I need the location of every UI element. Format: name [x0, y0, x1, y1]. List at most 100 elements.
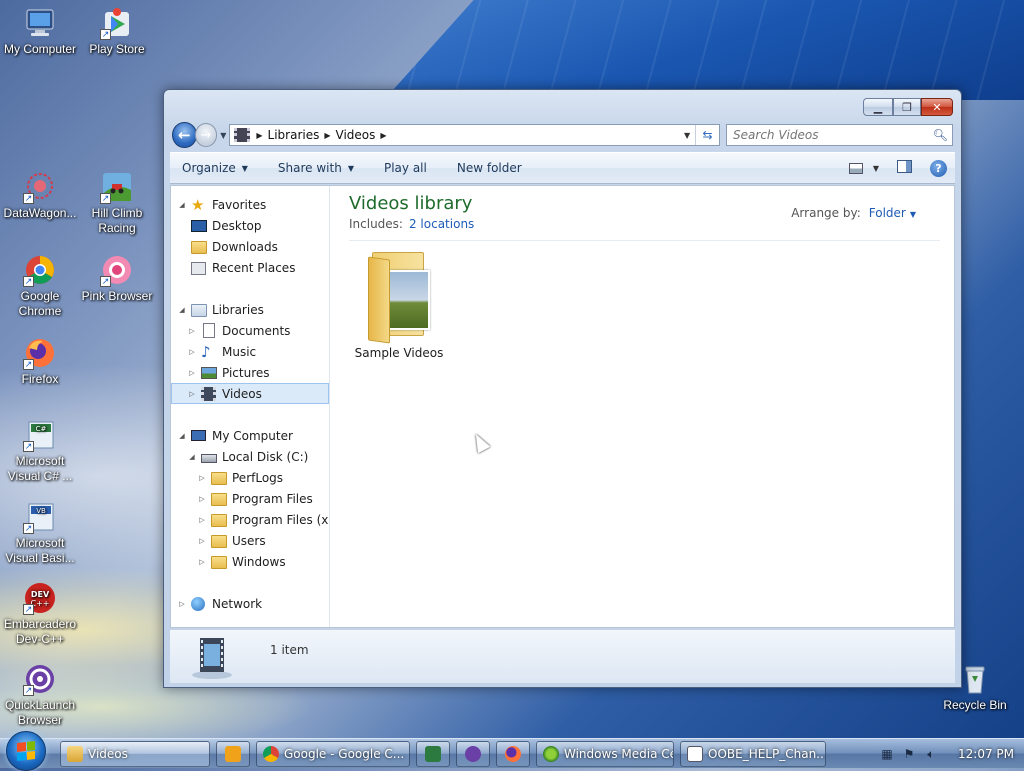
tree-item-downloads[interactable]: Downloads	[171, 236, 329, 257]
tree-item-program-files[interactable]: ▷ Program Files	[171, 488, 329, 509]
tree-item-videos[interactable]: ▷ Videos	[171, 383, 329, 404]
tree-item-libraries[interactable]: ◢ Libraries	[171, 299, 329, 320]
desktop-icon-label: Microsoft Visual C# ...	[7, 454, 73, 483]
preview-pane-button[interactable]	[897, 160, 912, 176]
collapse-arrow-icon[interactable]: ▷	[187, 348, 197, 356]
desktop-icon-dev-cpp[interactable]: DEV C++ ↗ Embarcadero Dev-C++	[0, 581, 80, 647]
help-button[interactable]: ?	[930, 159, 947, 177]
shortcut-arrow-icon: ↗	[100, 193, 111, 204]
tree-item-pictures[interactable]: ▷ Pictures	[171, 362, 329, 383]
tree-item-documents[interactable]: ▷ Documents	[171, 320, 329, 341]
desktop-icon-my-computer[interactable]: My Computer	[0, 6, 80, 57]
chevron-down-icon: ▼	[347, 163, 354, 173]
collapse-arrow-icon[interactable]: ▷	[187, 369, 197, 377]
tree-item-program-files-x86[interactable]: ▷ Program Files (x86	[171, 509, 329, 530]
collapse-arrow-icon[interactable]: ▷	[187, 390, 197, 398]
expand-arrow-icon[interactable]: ◢	[177, 201, 187, 209]
collapse-arrow-icon[interactable]: ▷	[187, 327, 197, 335]
change-view-button[interactable]	[848, 162, 863, 174]
tree-item-network[interactable]: ▷ Network	[171, 593, 329, 614]
start-button[interactable]	[6, 730, 46, 771]
arrange-by-dropdown[interactable]: Folder	[869, 206, 906, 220]
refresh-button[interactable]: ⇆	[695, 125, 719, 145]
tree-item-label: Users	[232, 533, 266, 548]
breadcrumb-separator[interactable]: ▶	[380, 131, 386, 140]
taskbar-button-chrome[interactable]: Google - Google C...	[256, 740, 410, 767]
close-button[interactable]: ✕	[921, 98, 953, 116]
collapse-arrow-icon[interactable]: ▷	[197, 495, 207, 503]
share-with-button[interactable]: Share with ▼	[278, 161, 354, 175]
collapse-arrow-icon[interactable]: ▷	[197, 558, 207, 566]
expand-arrow-icon[interactable]: ◢	[177, 306, 187, 314]
tree-item-label: Network	[212, 596, 263, 611]
svg-text:VB: VB	[36, 507, 46, 515]
forward-button[interactable]: →	[194, 123, 218, 147]
expand-arrow-icon[interactable]: ◢	[187, 453, 197, 461]
folder-icon	[211, 491, 227, 507]
address-dropdown[interactable]: ▼	[679, 131, 695, 140]
tree-item-music[interactable]: ▷ ♪ Music	[171, 341, 329, 362]
folder-item[interactable]: Sample Videos	[347, 248, 451, 360]
breadcrumb-libraries[interactable]: Libraries	[268, 128, 320, 142]
desktop-icon-quicklaunch-browser[interactable]: ↗ QuickLaunch Browser	[0, 662, 80, 728]
visual-csharp-icon	[425, 745, 441, 762]
desktop-icon-visual-basic[interactable]: VB ↗ Microsoft Visual Basi...	[0, 500, 80, 566]
expand-arrow-icon[interactable]: ◢	[177, 432, 187, 440]
collapse-arrow-icon[interactable]: ▷	[177, 600, 187, 608]
details-pane: 1 item	[170, 629, 955, 683]
breadcrumb-separator[interactable]: ▶	[324, 131, 330, 140]
tree-item-perflogs[interactable]: ▷ PerfLogs	[171, 467, 329, 488]
tree-item-favorites[interactable]: ◢ ★ Favorites	[171, 194, 329, 215]
breadcrumb-videos[interactable]: Videos	[336, 128, 376, 142]
clock[interactable]: 12:07 PM	[958, 747, 1014, 761]
tree-item-local-disk[interactable]: ◢ Local Disk (C:)	[171, 446, 329, 467]
help-icon: ?	[935, 161, 942, 175]
recent-pages-dropdown[interactable]: ▼	[220, 131, 226, 140]
search-box[interactable]: 🔍︎	[726, 124, 953, 146]
shortcut-arrow-icon: ↗	[23, 276, 34, 287]
desktop-icon-firefox[interactable]: ↗ Firefox	[0, 336, 80, 387]
refresh-icon: ⇆	[702, 128, 713, 142]
back-button[interactable]: ←	[172, 122, 197, 148]
play-all-label: Play all	[383, 161, 427, 175]
minimize-button[interactable]: ▁	[863, 98, 893, 116]
view-dropdown[interactable]: ▼	[873, 164, 879, 173]
taskbar-button-label: Videos	[88, 746, 128, 761]
play-all-button[interactable]: Play all	[384, 161, 427, 175]
tree-item-desktop[interactable]: Desktop	[171, 215, 329, 236]
tree-item-recent-places[interactable]: Recent Places	[171, 257, 329, 278]
tree-item-windows[interactable]: ▷ Windows	[171, 551, 329, 572]
taskbar-button-csharp[interactable]	[416, 740, 450, 767]
desktop-icon-play-store[interactable]: ↗ Play Store	[77, 6, 157, 57]
tree-item-users[interactable]: ▷ Users	[171, 530, 329, 551]
collapse-arrow-icon[interactable]: ▷	[197, 537, 207, 545]
collapse-arrow-icon[interactable]: ▷	[197, 516, 207, 524]
tree-item-my-computer[interactable]: ◢ My Computer	[171, 425, 329, 446]
taskbar-button-media-center[interactable]: Windows Media Ce...	[536, 740, 674, 767]
new-folder-button[interactable]: New folder	[457, 161, 522, 175]
network-tray-icon[interactable]: ▦	[880, 747, 894, 761]
taskbar-button-oobe-help[interactable]: OOBE_HELP_Chan...	[680, 740, 826, 767]
desktop-icon-hill-climb-racing[interactable]: ↗ Hill Climb Racing	[77, 170, 157, 236]
maximize-button[interactable]: ❐	[893, 98, 921, 116]
search-input[interactable]	[731, 127, 933, 143]
collapse-arrow-icon[interactable]: ▷	[197, 474, 207, 482]
taskbar-button-firefox[interactable]	[496, 740, 530, 767]
chevron-down-icon[interactable]: ▼	[910, 210, 916, 219]
taskbar-button-videos[interactable]: Videos	[60, 740, 210, 767]
address-bar[interactable]: ▶ Libraries ▶ Videos ▶ ▼ ⇆	[229, 124, 721, 146]
locations-link[interactable]: 2 locations	[409, 217, 474, 231]
taskbar-button-quicklaunch[interactable]	[456, 740, 490, 767]
action-center-flag-icon[interactable]: ⚑	[902, 747, 916, 761]
desktop-icon-datawagon[interactable]: ↗ DataWagon...	[0, 170, 80, 221]
desktop-icon-visual-csharp[interactable]: C# ↗ Microsoft Visual C# ...	[0, 418, 80, 484]
breadcrumb-separator[interactable]: ▶	[256, 131, 262, 140]
volume-icon[interactable]: 🔈︎	[924, 747, 938, 761]
taskbar-button-media[interactable]	[216, 740, 250, 767]
desktop-icon-pink-browser[interactable]: ↗ Pink Browser	[77, 253, 157, 304]
desktop-icon-google-chrome[interactable]: ↗ Google Chrome	[0, 253, 80, 319]
document-icon	[687, 745, 703, 762]
shortcut-arrow-icon: ↗	[23, 685, 34, 696]
windows-logo-icon	[17, 740, 35, 761]
organize-button[interactable]: Organize ▼	[182, 161, 248, 175]
